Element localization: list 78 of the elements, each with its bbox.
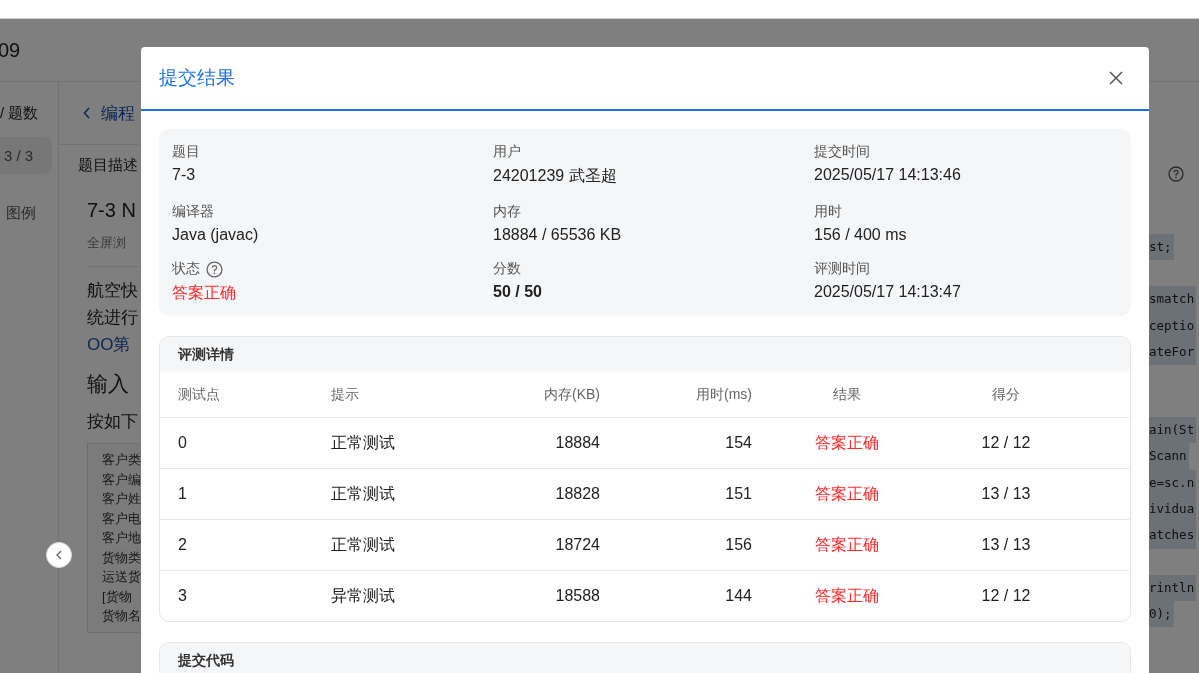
field-label: 内存 <box>493 203 521 221</box>
help-icon[interactable] <box>206 260 223 278</box>
field-value: 答案正确 <box>172 283 237 303</box>
hint-cell-text: 异常测试 <box>331 585 396 606</box>
field-label: 题目 <box>172 143 200 161</box>
description-tab[interactable]: 题目描述 <box>78 155 138 175</box>
column-header: 结果 <box>832 385 862 404</box>
sample-line: 客户电 <box>102 509 141 528</box>
field-value: 24201239 武圣超 <box>493 166 618 186</box>
back-link[interactable]: 编程 <box>83 101 135 125</box>
score-cell-text: 12 / 12 <box>980 587 1032 605</box>
field-label: 提交时间 <box>814 143 870 161</box>
time-cell-text: 154 <box>724 434 752 452</box>
description-link[interactable]: OO第 <box>87 331 131 358</box>
case-number-cell-text: 1 <box>178 485 188 503</box>
help-icon[interactable] <box>1168 166 1184 182</box>
field-value: 2025/05/17 14:13:47 <box>814 283 962 301</box>
sample-line: 客户姓 <box>102 490 141 508</box>
field-value: 50 / 50 <box>493 283 543 301</box>
field-value: 18884 / 65536 KB <box>493 226 623 244</box>
field-label: 分数 <box>493 260 521 278</box>
dialog-title: 提交结果 <box>159 66 235 90</box>
problem-count[interactable]: 3 / 3 <box>0 137 52 174</box>
column-header: 测试点 <box>178 385 221 404</box>
close-icon <box>1109 71 1123 85</box>
hint-cell-text: 正常测试 <box>331 432 396 453</box>
score-cell-text: 13 / 13 <box>980 485 1032 503</box>
legend-link[interactable]: 图例 <box>0 204 36 223</box>
memory-cell-text: 18588 <box>554 587 600 605</box>
time-cell-text: 156 <box>724 536 752 554</box>
instruction-text: 按如下 <box>87 411 138 433</box>
sample-line: 客户地 <box>102 529 141 547</box>
result-cell-text: 答案正确 <box>814 483 880 504</box>
sample-line: 货物类 <box>102 548 141 567</box>
field-label: 编译器 <box>172 203 214 221</box>
field-label: 评测时间 <box>814 260 870 278</box>
fullscreen-link[interactable]: 全屏浏 <box>87 234 126 252</box>
sample-line: 货物名 <box>102 607 141 625</box>
field-value: 2025/05/17 14:13:46 <box>814 166 962 184</box>
result-cell-text: 答案正确 <box>814 585 880 606</box>
field-label: 用户 <box>493 143 521 161</box>
column-header: 内存(KB) <box>543 385 600 404</box>
chevron-left-icon <box>83 107 91 119</box>
memory-cell-text: 18828 <box>554 485 600 503</box>
memory-cell-text: 18724 <box>554 536 600 554</box>
sample-line: 客户编 <box>102 470 141 489</box>
collapse-button[interactable] <box>46 542 72 568</box>
sample-line: 运送货 <box>102 568 141 586</box>
score-cell-text: 12 / 12 <box>980 434 1032 452</box>
time-cell-text: 144 <box>724 587 752 605</box>
case-number-cell-text: 2 <box>178 536 188 554</box>
column-header: 得分 <box>991 385 1021 404</box>
card-title: 评测详情 <box>178 345 234 364</box>
column-header: 用时(ms) <box>695 385 752 404</box>
hint-cell-text: 正常测试 <box>331 483 396 504</box>
result-cell-text: 答案正确 <box>814 534 880 555</box>
result-cell-text: 答案正确 <box>814 432 880 453</box>
problem-title: 7-3 N <box>87 199 136 222</box>
chevron-left-icon <box>55 550 63 560</box>
time-cell-text: 151 <box>724 485 752 503</box>
description-text: 航空快 <box>87 280 138 302</box>
hint-cell-text: 正常测试 <box>331 534 396 555</box>
field-value: 156 / 400 ms <box>814 226 908 244</box>
card-title: 提交代码 <box>178 651 234 670</box>
field-label: 状态 <box>172 260 200 278</box>
sample-line: [货物 <box>102 587 132 606</box>
field-label: 用时 <box>814 203 842 221</box>
field-value: 7-3 <box>172 166 197 184</box>
score-cell-text: 13 / 13 <box>980 536 1032 554</box>
side-heading: / 题数 <box>0 104 39 123</box>
section-heading: 输入 <box>87 371 129 397</box>
sample-line: 客户类 <box>102 451 141 469</box>
case-number-cell-text: 3 <box>178 587 188 605</box>
field-value: Java (javac) <box>172 226 260 244</box>
column-header: 提示 <box>331 385 360 404</box>
description-text: 统进行 <box>87 307 138 329</box>
case-number-cell-text: 0 <box>178 434 188 452</box>
memory-cell-text: 18884 <box>554 434 600 452</box>
